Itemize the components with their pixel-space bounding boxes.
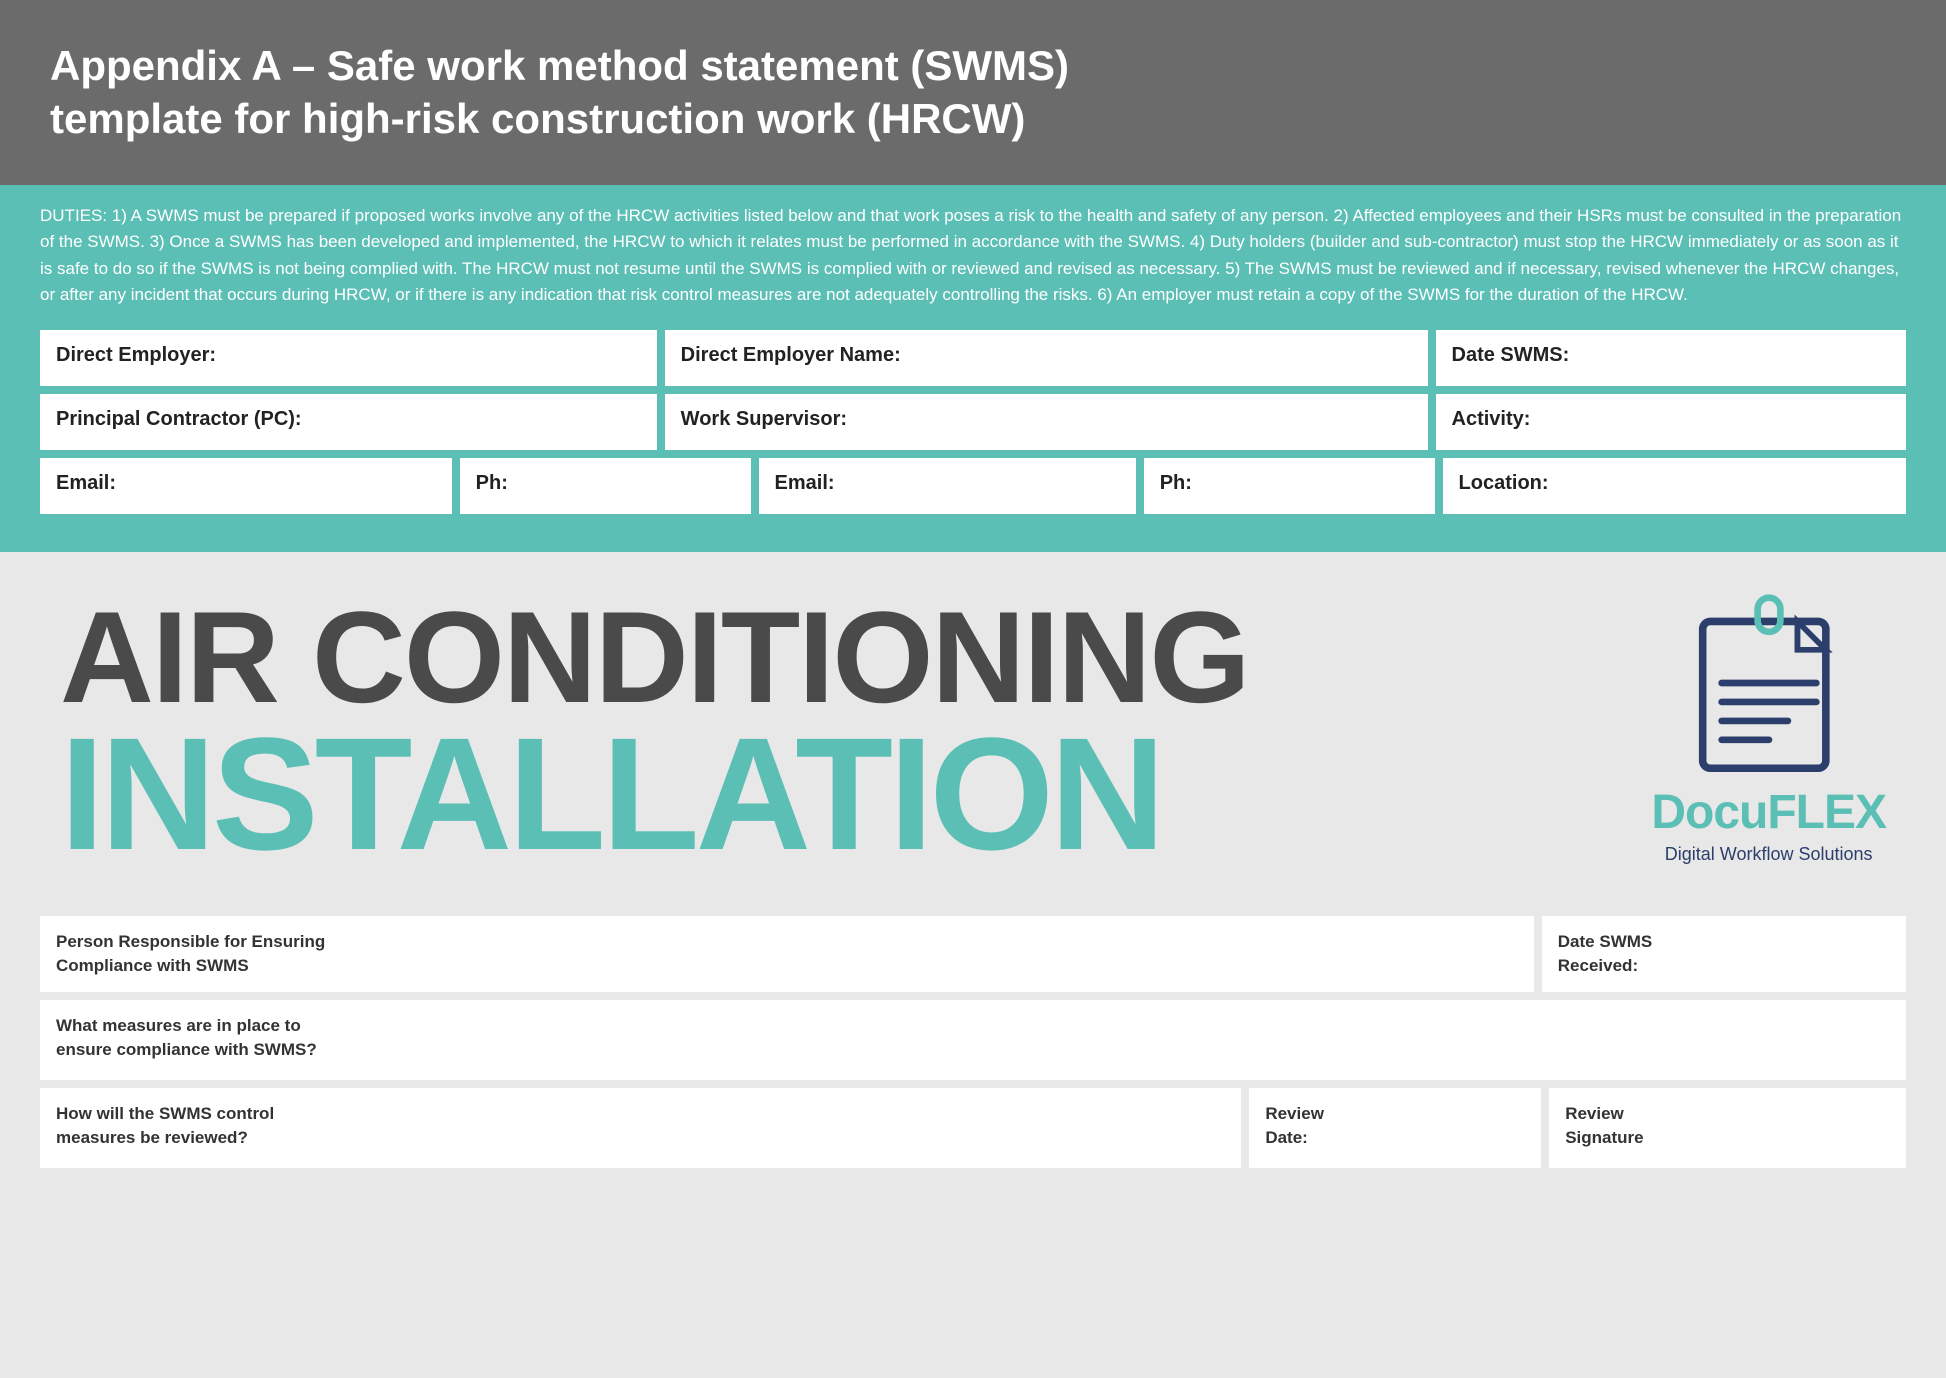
email-right-cell: Email: <box>759 458 1136 514</box>
ph-right-label: Ph: <box>1160 472 1419 495</box>
measures-label: What measures are in place toensure comp… <box>56 1014 1890 1062</box>
logo-block: DocuFLEX Digital Workflow Solutions <box>1651 593 1886 865</box>
direct-employer-name-cell: Direct Employer Name: <box>665 330 1428 386</box>
swms-control-label: How will the SWMS controlmeasures be rev… <box>56 1102 1225 1150</box>
swms-control-cell: How will the SWMS controlmeasures be rev… <box>40 1088 1241 1168</box>
page-title: Appendix A – Safe work method statement … <box>50 40 1896 145</box>
duties-section: DUTIES: 1) A SWMS must be prepared if pr… <box>0 185 1946 320</box>
form-row-1: Direct Employer: Direct Employer Name: D… <box>40 330 1906 386</box>
work-supervisor-label: Work Supervisor: <box>681 408 1412 431</box>
date-swms-received-label: Date SWMSReceived: <box>1558 930 1890 978</box>
header-section: Appendix A – Safe work method statement … <box>0 0 1946 185</box>
ac-title-dark: AIR CONDITIONING <box>60 592 1611 722</box>
principal-contractor-cell: Principal Contractor (PC): <box>40 394 657 450</box>
person-responsible-cell: Person Responsible for EnsuringComplianc… <box>40 916 1534 992</box>
bottom-row-1: Person Responsible for EnsuringComplianc… <box>40 916 1906 992</box>
docuflex-logo-icon <box>1689 593 1849 773</box>
date-swms-received-cell: Date SWMSReceived: <box>1542 916 1906 992</box>
principal-contractor-label: Principal Contractor (PC): <box>56 408 641 431</box>
form-section: Direct Employer: Direct Employer Name: D… <box>0 320 1946 552</box>
activity-label: Activity: <box>1452 408 1891 431</box>
direct-employer-name-label: Direct Employer Name: <box>681 344 1412 367</box>
measures-cell: What measures are in place toensure comp… <box>40 1000 1906 1080</box>
ac-banner: AIR CONDITIONING INSTALLATION DocuFLEX D… <box>0 552 1946 896</box>
review-signature-label: ReviewSignature <box>1565 1102 1890 1150</box>
email-right-label: Email: <box>775 472 1120 495</box>
logo-name-teal: FLEX <box>1767 786 1886 839</box>
logo-name: DocuFLEX <box>1651 785 1886 840</box>
activity-cell: Activity: <box>1436 394 1907 450</box>
direct-employer-cell: Direct Employer: <box>40 330 657 386</box>
logo-name-dark: Docu <box>1651 786 1767 839</box>
ac-text-block: AIR CONDITIONING INSTALLATION <box>60 592 1611 866</box>
ac-title-teal: INSTALLATION <box>60 722 1611 866</box>
bottom-form-section: Person Responsible for EnsuringComplianc… <box>0 896 1946 1216</box>
logo-subtitle: Digital Workflow Solutions <box>1665 844 1873 865</box>
form-row-3: Email: Ph: Email: Ph: Location: <box>40 458 1906 514</box>
form-row-2: Principal Contractor (PC): Work Supervis… <box>40 394 1906 450</box>
email-left-cell: Email: <box>40 458 452 514</box>
location-cell: Location: <box>1443 458 1906 514</box>
email-left-label: Email: <box>56 472 436 495</box>
location-label: Location: <box>1459 472 1890 495</box>
date-swms-label: Date SWMS: <box>1452 344 1891 367</box>
work-supervisor-cell: Work Supervisor: <box>665 394 1428 450</box>
review-signature-cell: ReviewSignature <box>1549 1088 1906 1168</box>
review-date-cell: ReviewDate: <box>1249 1088 1541 1168</box>
bottom-row-2: What measures are in place toensure comp… <box>40 1000 1906 1080</box>
ph-right-cell: Ph: <box>1144 458 1435 514</box>
bottom-row-3: How will the SWMS controlmeasures be rev… <box>40 1088 1906 1168</box>
ph-left-cell: Ph: <box>460 458 751 514</box>
direct-employer-label: Direct Employer: <box>56 344 641 367</box>
ph-left-label: Ph: <box>476 472 735 495</box>
review-date-label: ReviewDate: <box>1265 1102 1525 1150</box>
date-swms-cell: Date SWMS: <box>1436 330 1907 386</box>
duties-text: DUTIES: 1) A SWMS must be prepared if pr… <box>40 203 1906 308</box>
person-responsible-label: Person Responsible for EnsuringComplianc… <box>56 930 1518 978</box>
